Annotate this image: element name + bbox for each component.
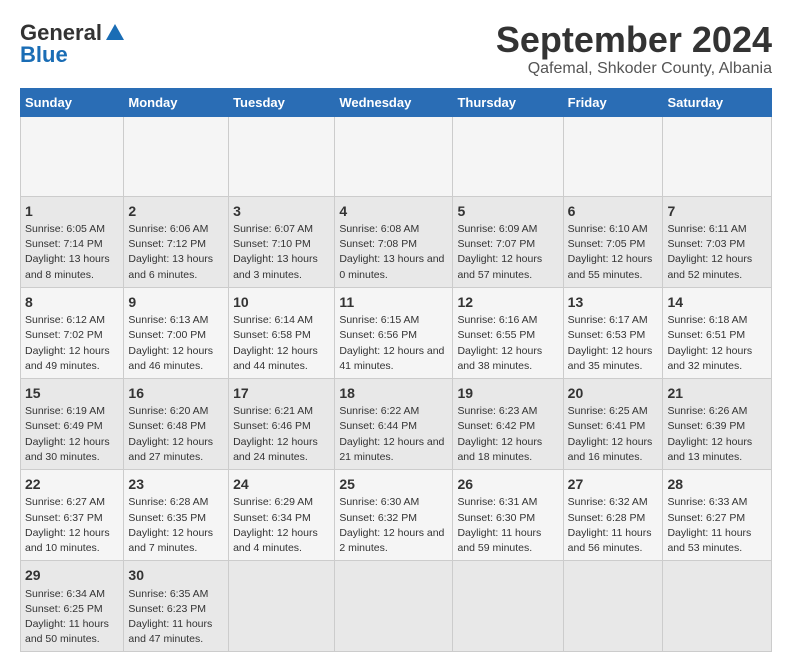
table-cell: 28Sunrise: 6:33 AMSunset: 6:27 PMDayligh… — [663, 470, 772, 561]
page-header: General Blue September 2024 Qafemal, Shk… — [20, 20, 772, 78]
title-block: September 2024 Qafemal, Shkoder County, … — [496, 20, 772, 78]
table-row: 22Sunrise: 6:27 AMSunset: 6:37 PMDayligh… — [21, 470, 772, 561]
col-sunday: Sunday — [21, 88, 124, 116]
col-thursday: Thursday — [453, 88, 563, 116]
table-row: 1Sunrise: 6:05 AMSunset: 7:14 PMDaylight… — [21, 196, 772, 287]
table-cell: 30Sunrise: 6:35 AMSunset: 6:23 PMDayligh… — [124, 561, 229, 652]
table-cell: 9Sunrise: 6:13 AMSunset: 7:00 PMDaylight… — [124, 287, 229, 378]
table-cell — [453, 561, 563, 652]
table-cell — [335, 561, 453, 652]
header-row: Sunday Monday Tuesday Wednesday Thursday… — [21, 88, 772, 116]
table-cell — [229, 116, 335, 196]
table-cell — [563, 561, 663, 652]
table-cell — [563, 116, 663, 196]
table-cell: 6Sunrise: 6:10 AMSunset: 7:05 PMDaylight… — [563, 196, 663, 287]
table-cell: 10Sunrise: 6:14 AMSunset: 6:58 PMDayligh… — [229, 287, 335, 378]
table-cell: 26Sunrise: 6:31 AMSunset: 6:30 PMDayligh… — [453, 470, 563, 561]
table-cell: 22Sunrise: 6:27 AMSunset: 6:37 PMDayligh… — [21, 470, 124, 561]
table-cell: 12Sunrise: 6:16 AMSunset: 6:55 PMDayligh… — [453, 287, 563, 378]
table-cell: 14Sunrise: 6:18 AMSunset: 6:51 PMDayligh… — [663, 287, 772, 378]
table-cell: 29Sunrise: 6:34 AMSunset: 6:25 PMDayligh… — [21, 561, 124, 652]
table-cell: 23Sunrise: 6:28 AMSunset: 6:35 PMDayligh… — [124, 470, 229, 561]
page-title: September 2024 — [496, 20, 772, 60]
col-friday: Friday — [563, 88, 663, 116]
table-cell — [663, 561, 772, 652]
table-cell: 18Sunrise: 6:22 AMSunset: 6:44 PMDayligh… — [335, 378, 453, 469]
table-cell: 13Sunrise: 6:17 AMSunset: 6:53 PMDayligh… — [563, 287, 663, 378]
table-cell — [453, 116, 563, 196]
col-tuesday: Tuesday — [229, 88, 335, 116]
table-cell: 1Sunrise: 6:05 AMSunset: 7:14 PMDaylight… — [21, 196, 124, 287]
table-cell: 11Sunrise: 6:15 AMSunset: 6:56 PMDayligh… — [335, 287, 453, 378]
table-cell: 15Sunrise: 6:19 AMSunset: 6:49 PMDayligh… — [21, 378, 124, 469]
table-cell — [229, 561, 335, 652]
col-monday: Monday — [124, 88, 229, 116]
table-cell: 20Sunrise: 6:25 AMSunset: 6:41 PMDayligh… — [563, 378, 663, 469]
table-cell: 5Sunrise: 6:09 AMSunset: 7:07 PMDaylight… — [453, 196, 563, 287]
table-cell: 3Sunrise: 6:07 AMSunset: 7:10 PMDaylight… — [229, 196, 335, 287]
table-cell: 19Sunrise: 6:23 AMSunset: 6:42 PMDayligh… — [453, 378, 563, 469]
table-cell — [663, 116, 772, 196]
logo-icon — [104, 22, 126, 44]
table-cell — [335, 116, 453, 196]
table-cell: 17Sunrise: 6:21 AMSunset: 6:46 PMDayligh… — [229, 378, 335, 469]
table-cell: 25Sunrise: 6:30 AMSunset: 6:32 PMDayligh… — [335, 470, 453, 561]
table-cell: 24Sunrise: 6:29 AMSunset: 6:34 PMDayligh… — [229, 470, 335, 561]
table-row — [21, 116, 772, 196]
table-row: 8Sunrise: 6:12 AMSunset: 7:02 PMDaylight… — [21, 287, 772, 378]
col-wednesday: Wednesday — [335, 88, 453, 116]
table-cell: 2Sunrise: 6:06 AMSunset: 7:12 PMDaylight… — [124, 196, 229, 287]
table-cell: 27Sunrise: 6:32 AMSunset: 6:28 PMDayligh… — [563, 470, 663, 561]
table-cell: 21Sunrise: 6:26 AMSunset: 6:39 PMDayligh… — [663, 378, 772, 469]
col-saturday: Saturday — [663, 88, 772, 116]
page-subtitle: Qafemal, Shkoder County, Albania — [496, 60, 772, 78]
table-cell: 4Sunrise: 6:08 AMSunset: 7:08 PMDaylight… — [335, 196, 453, 287]
table-cell: 16Sunrise: 6:20 AMSunset: 6:48 PMDayligh… — [124, 378, 229, 469]
logo-blue: Blue — [20, 42, 68, 68]
calendar-table: Sunday Monday Tuesday Wednesday Thursday… — [20, 88, 772, 653]
table-cell: 7Sunrise: 6:11 AMSunset: 7:03 PMDaylight… — [663, 196, 772, 287]
table-row: 15Sunrise: 6:19 AMSunset: 6:49 PMDayligh… — [21, 378, 772, 469]
table-cell: 8Sunrise: 6:12 AMSunset: 7:02 PMDaylight… — [21, 287, 124, 378]
logo: General Blue — [20, 20, 126, 68]
table-cell — [124, 116, 229, 196]
table-row: 29Sunrise: 6:34 AMSunset: 6:25 PMDayligh… — [21, 561, 772, 652]
table-cell — [21, 116, 124, 196]
